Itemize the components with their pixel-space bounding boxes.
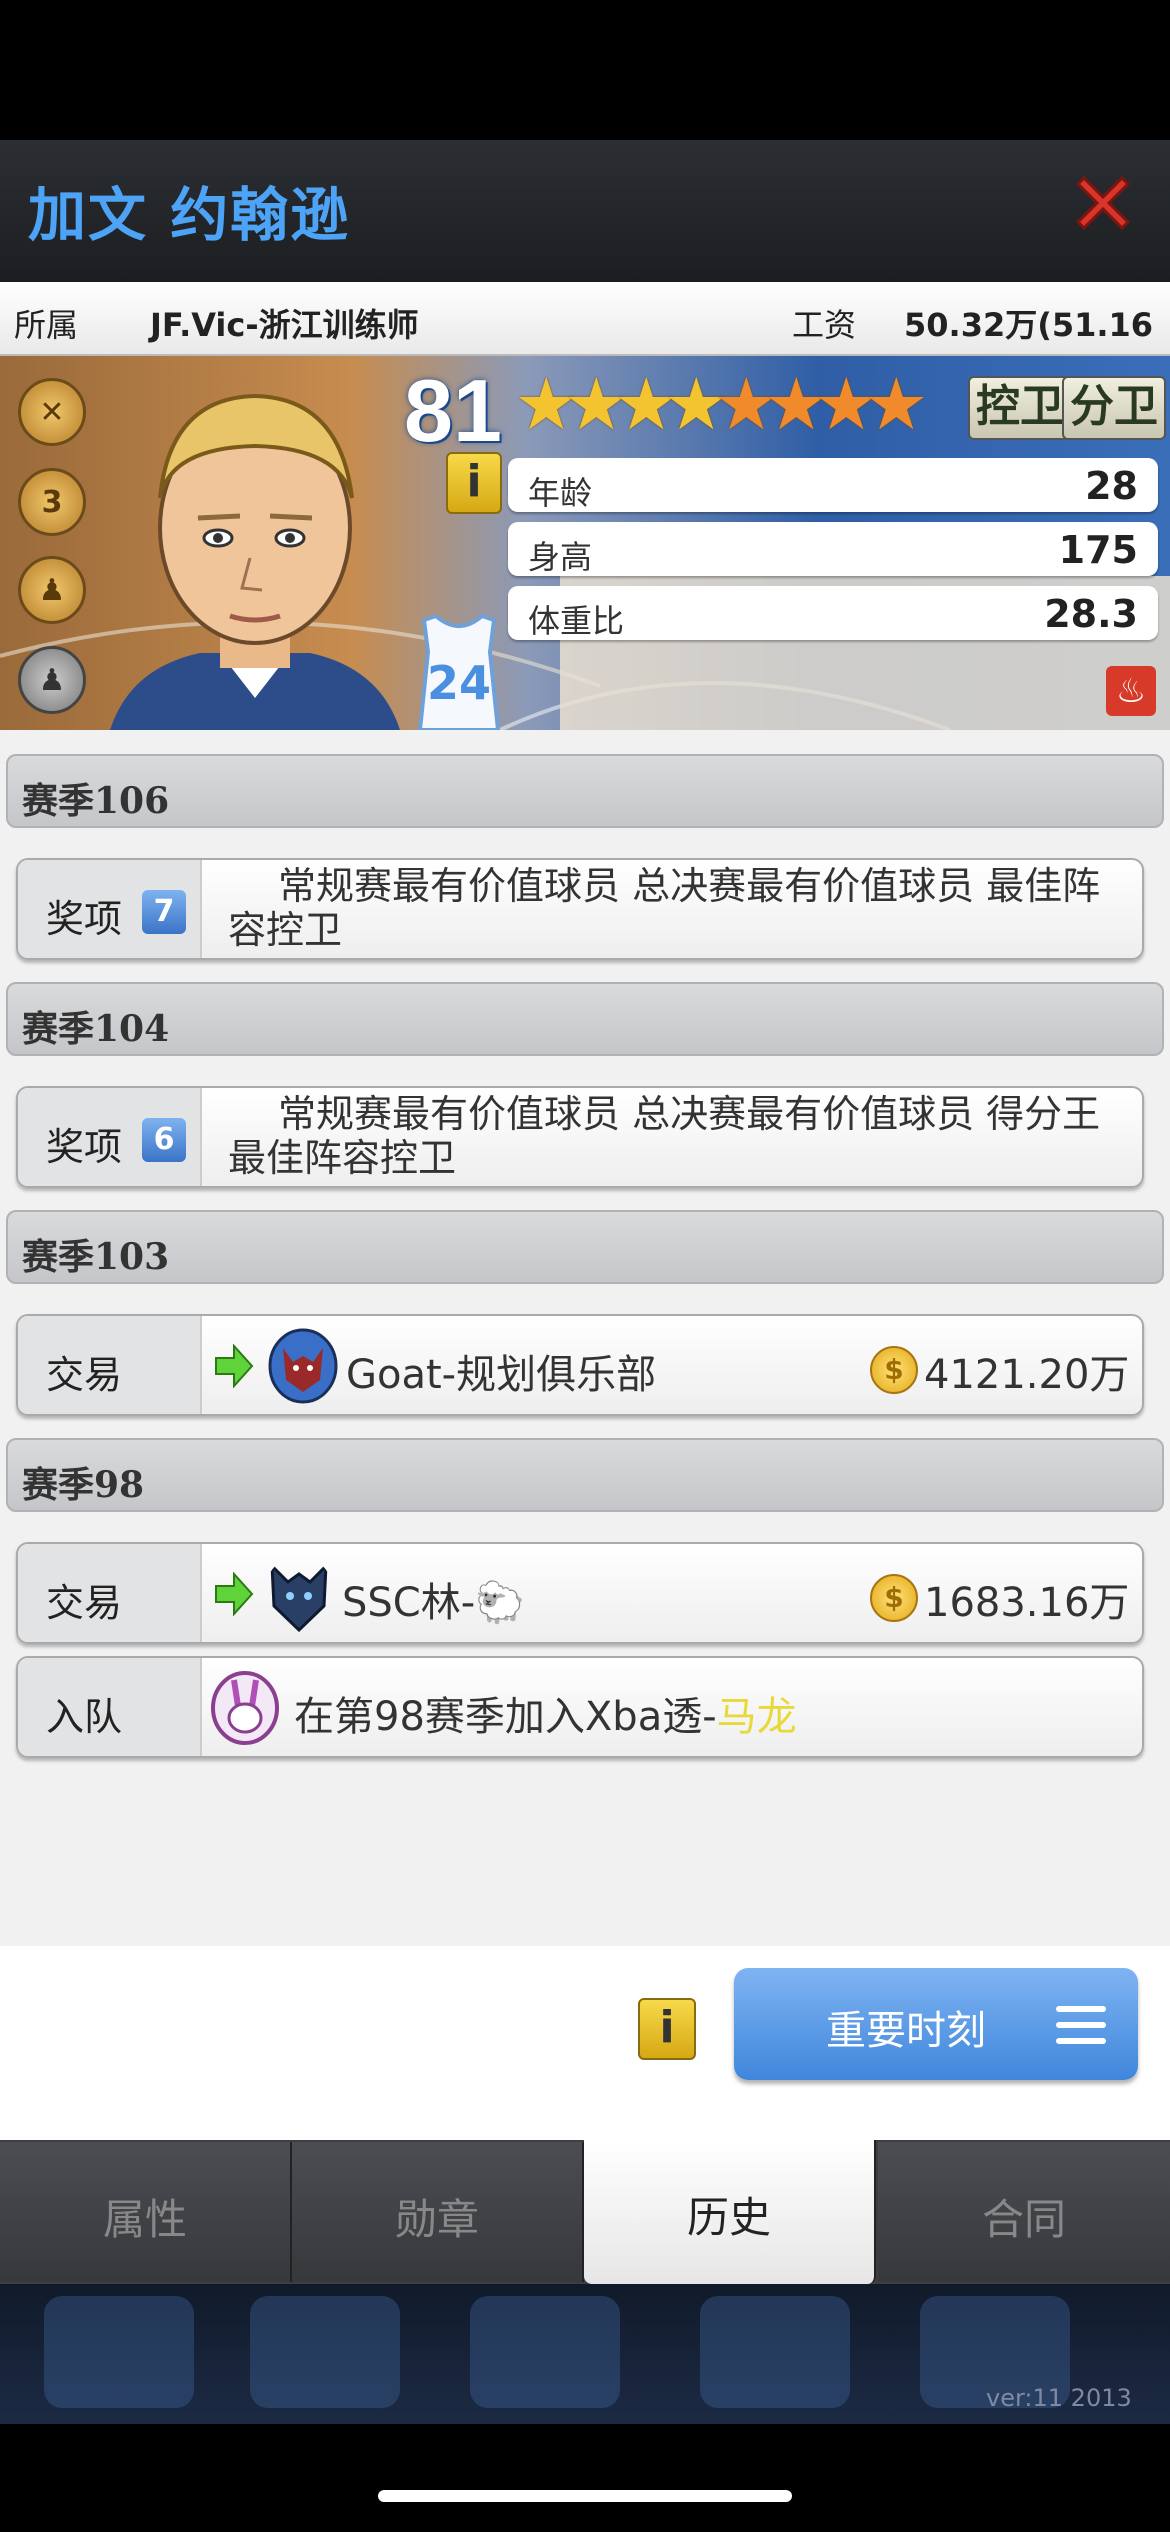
dunk-badge-icon[interactable]: ♟ (18, 556, 86, 624)
info-icon[interactable]: i (446, 452, 502, 514)
info-bar: 所属 JF.Vic-浙江训练师 工资 50.32万(51.16万) (0, 282, 1170, 390)
trade-amount: 4121.20万 (924, 1352, 1130, 1398)
dock-item (44, 2296, 194, 2408)
join-text: 在第98赛季加入Xba透-马龙 (294, 1694, 797, 1740)
join-entry[interactable]: 入队 在第98赛季加入Xba透-马龙 (16, 1656, 1144, 1758)
season-header: 赛季103 (6, 1210, 1164, 1284)
award-text: 常规赛最有价值球员 总决赛最有价值球员 得分王 最佳阵容控卫 (228, 1092, 1101, 1180)
dock-item (250, 2296, 400, 2408)
award-count-badge: 6 (142, 1118, 186, 1162)
close-icon[interactable] (1068, 168, 1138, 238)
dock-item (470, 2296, 620, 2408)
season-header: 赛季106 (6, 754, 1164, 828)
sword-badge-icon[interactable]: ✕ (18, 378, 86, 446)
arrow-right-icon (215, 1344, 254, 1388)
highlight-team-name: 马龙 (716, 1694, 797, 1740)
coin-icon: $ (870, 1346, 918, 1394)
tab-contract[interactable]: 合同 (878, 2142, 1170, 2282)
salary-label: 工资 (792, 306, 857, 344)
tab-history[interactable]: 历史 (584, 2140, 876, 2284)
tab-attributes[interactable]: 属性 (0, 2142, 292, 2282)
stat-height: 身高 175 (508, 522, 1158, 576)
award-entry[interactable]: 奖项 7 常规赛最有价值球员 总决赛最有价值球员 最佳阵容控卫 (16, 858, 1144, 960)
player-badge-icon[interactable]: ♟ (18, 646, 86, 714)
number-3-badge-icon[interactable]: 3 (18, 468, 86, 536)
team-name: Goat-规划俱乐部 (346, 1352, 657, 1398)
player-name-title: 加文 约翰逊 (28, 181, 351, 249)
home-indicator[interactable] (378, 2490, 792, 2502)
player-portrait (110, 393, 400, 730)
trade-entry[interactable]: 交易 SSC林-🐑 $ 1683.16万 (16, 1542, 1144, 1644)
award-text: 常规赛最有价值球员 总决赛最有价值球员 最佳阵容控卫 (228, 864, 1101, 952)
team-name: SSC林-🐑 (342, 1580, 525, 1626)
position-tag-sg: 分卫 (1062, 376, 1166, 440)
stat-weight-ratio: 体重比 28.3 (508, 586, 1158, 640)
key-moments-button[interactable]: 重要时刻 (734, 1968, 1138, 2080)
rabbit-team-logo-icon (211, 1671, 279, 1745)
trade-entry[interactable]: 交易 Goat-规划俱乐部 $ 4121.20万 (16, 1314, 1144, 1416)
jersey-number: 24 (426, 656, 491, 710)
goat-team-logo-icon (268, 1328, 338, 1404)
trade-amount: 1683.16万 (924, 1580, 1130, 1626)
info-icon[interactable]: i (638, 1998, 696, 2060)
season-header: 赛季104 (6, 982, 1164, 1056)
position-tag-pg: 控卫 (968, 376, 1072, 440)
tab-medals[interactable]: 勋章 (292, 2142, 584, 2282)
coin-icon: $ (870, 1574, 918, 1622)
overall-rating: 81 (404, 361, 502, 460)
fire-icon[interactable]: ♨ (1106, 666, 1156, 716)
award-entry[interactable]: 奖项 6 常规赛最有价值球员 总决赛最有价值球员 得分王 最佳阵容控卫 (16, 1086, 1144, 1188)
jersey-icon: 24 (414, 612, 504, 730)
season-header: 赛季98 (6, 1438, 1164, 1512)
star-icon: ★ (864, 362, 929, 446)
arrow-right-icon (215, 1572, 254, 1616)
version-label: ver:11 2013 (986, 2384, 1132, 2412)
team-value: JF.Vic-浙江训练师 (150, 306, 419, 344)
wolf-team-logo-icon (270, 1562, 328, 1632)
dock-item (700, 2296, 850, 2408)
award-count-badge: 7 (142, 890, 186, 934)
stat-age: 年龄 28 (508, 458, 1158, 512)
team-label: 所属 (14, 306, 79, 344)
